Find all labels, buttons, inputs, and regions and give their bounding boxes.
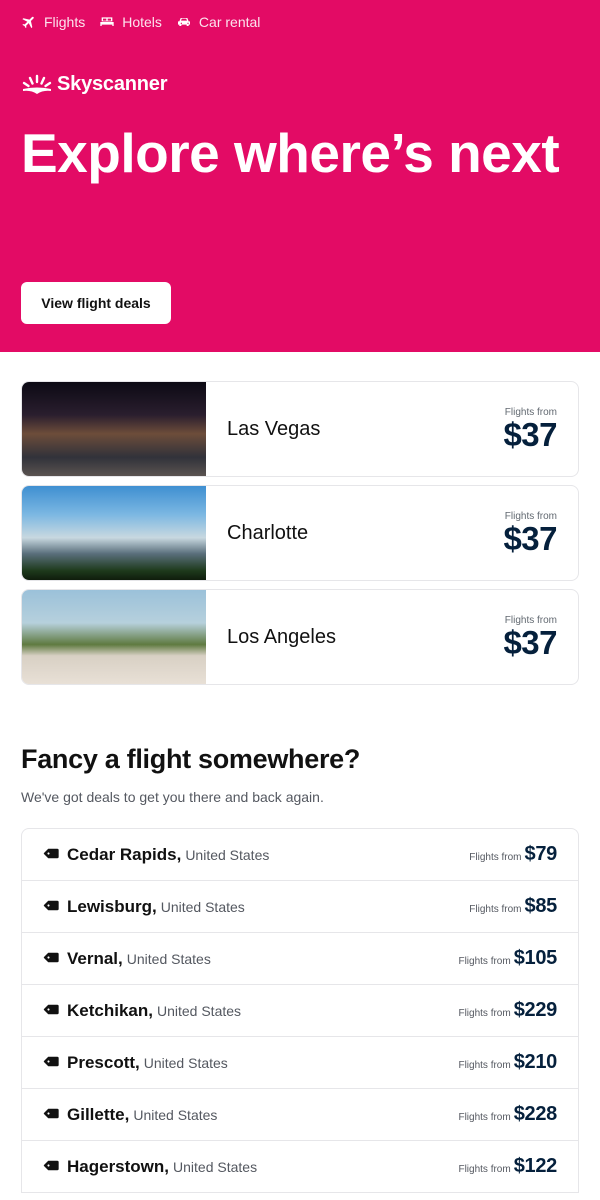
price-amount: $85 bbox=[524, 895, 558, 917]
deal-destination: Ketchikan, United States bbox=[43, 1001, 241, 1021]
flights-from-label: Flights from bbox=[469, 904, 522, 915]
nav-hotels[interactable]: Hotels bbox=[99, 14, 162, 30]
hero-title: Explore where’s next bbox=[21, 122, 560, 184]
deal-country: United States bbox=[160, 898, 245, 915]
deal-city: Ketchikan, bbox=[67, 1000, 153, 1020]
price-amount: $122 bbox=[513, 1155, 558, 1177]
deals-section-subtitle: We've got deals to get you there and bac… bbox=[21, 789, 324, 805]
plane-icon bbox=[22, 16, 34, 29]
destination-name: Las Vegas bbox=[227, 417, 321, 440]
hero-banner: Flights Hotels Car rental Skyscanner Exp… bbox=[0, 0, 600, 352]
flights-from-label: Flights from bbox=[458, 1112, 511, 1123]
deal-destination: Cedar Rapids, United States bbox=[43, 845, 269, 865]
destination-card[interactable]: Charlotte Flights from $37 bbox=[21, 485, 579, 581]
sunrise-logo-icon bbox=[22, 74, 52, 94]
destination-card[interactable]: Las Vegas Flights from $37 bbox=[21, 381, 579, 477]
deal-country: United States bbox=[156, 1002, 242, 1019]
deal-destination: Hagerstown, United States bbox=[43, 1157, 257, 1177]
deal-price: Flights from $105 bbox=[458, 947, 557, 970]
destination-card-body: Los Angeles Flights from $37 bbox=[206, 590, 578, 684]
deal-destination: Prescott, United States bbox=[43, 1053, 228, 1073]
deal-country: United States bbox=[143, 1054, 228, 1071]
deal-row[interactable]: Ketchikan, United States Flights from $2… bbox=[22, 985, 578, 1037]
price-tag-icon bbox=[43, 1160, 59, 1171]
deals-section-title: Fancy a flight somewhere? bbox=[21, 744, 361, 774]
price-tag-icon bbox=[43, 1056, 59, 1067]
flights-from-label: Flights from bbox=[458, 1060, 511, 1071]
deal-row[interactable]: Hagerstown, United States Flights from $… bbox=[22, 1141, 578, 1193]
deal-country: United States bbox=[185, 846, 270, 863]
deal-country: United States bbox=[173, 1158, 258, 1175]
deal-country: United States bbox=[133, 1106, 218, 1123]
featured-destinations: Las Vegas Flights from $37 Charlotte Fli… bbox=[21, 381, 579, 693]
nav-hotels-label: Hotels bbox=[122, 14, 162, 30]
deals-list: Cedar Rapids, United States Flights from… bbox=[21, 828, 579, 1193]
las-vegas-photo bbox=[22, 382, 206, 476]
deal-city: Gillette, bbox=[67, 1104, 130, 1124]
destination-price: Flights from $37 bbox=[503, 407, 557, 452]
flights-from-label: Flights from bbox=[458, 1008, 511, 1019]
bed-icon bbox=[100, 17, 114, 26]
price-tag-icon bbox=[43, 952, 59, 963]
destination-price: Flights from $37 bbox=[503, 615, 557, 660]
deal-city: Lewisburg, bbox=[67, 896, 157, 916]
deal-row[interactable]: Lewisburg, United States Flights from $8… bbox=[22, 881, 578, 933]
nav-car-rental[interactable]: Car rental bbox=[176, 14, 260, 30]
deal-city: Prescott, bbox=[67, 1052, 140, 1072]
deal-price: Flights from $229 bbox=[458, 999, 557, 1022]
deal-price: Flights from $85 bbox=[469, 895, 557, 918]
nav-flights-label: Flights bbox=[44, 14, 86, 30]
destination-card-body: Charlotte Flights from $37 bbox=[206, 486, 578, 580]
deal-price: Flights from $79 bbox=[469, 843, 557, 866]
flights-from-label: Flights from bbox=[458, 956, 511, 967]
price-tag-icon bbox=[43, 1004, 59, 1015]
destination-price: Flights from $37 bbox=[503, 511, 557, 556]
brand-name: Skyscanner bbox=[57, 73, 168, 95]
destination-card-body: Las Vegas Flights from $37 bbox=[206, 382, 578, 476]
price-tag-icon bbox=[43, 900, 59, 911]
price-amount: $79 bbox=[524, 843, 558, 865]
charlotte-photo bbox=[22, 486, 206, 580]
nav-car-rental-label: Car rental bbox=[198, 14, 261, 30]
deal-price: Flights from $228 bbox=[458, 1103, 557, 1126]
destination-card[interactable]: Los Angeles Flights from $37 bbox=[21, 589, 579, 685]
price-tag-icon bbox=[43, 848, 59, 859]
destination-name: Charlotte bbox=[227, 521, 309, 544]
los-angeles-photo bbox=[22, 590, 206, 684]
price-amount: $210 bbox=[513, 1051, 558, 1073]
deal-row[interactable]: Vernal, United States Flights from $105 bbox=[22, 933, 578, 985]
top-nav: Flights Hotels Car rental bbox=[21, 14, 274, 30]
deal-destination: Gillette, United States bbox=[43, 1105, 217, 1125]
flights-from-label: Flights from bbox=[469, 852, 522, 863]
deal-row[interactable]: Prescott, United States Flights from $21… bbox=[22, 1037, 578, 1089]
nav-flights[interactable]: Flights bbox=[21, 14, 85, 30]
deal-row[interactable]: Gillette, United States Flights from $22… bbox=[22, 1089, 578, 1141]
deal-city: Cedar Rapids, bbox=[67, 844, 182, 864]
deal-destination: Lewisburg, United States bbox=[43, 897, 245, 917]
view-flight-deals-button[interactable]: View flight deals bbox=[21, 282, 171, 324]
price-amount: $105 bbox=[513, 947, 558, 969]
price-amount: $37 bbox=[503, 415, 557, 453]
skyscanner-logo[interactable]: Skyscanner bbox=[21, 73, 167, 96]
flights-from-label: Flights from bbox=[458, 1164, 511, 1175]
deal-country: United States bbox=[126, 950, 211, 967]
destination-name: Los Angeles bbox=[227, 625, 336, 648]
price-amount: $37 bbox=[503, 519, 557, 557]
car-icon bbox=[177, 18, 190, 26]
deal-price: Flights from $122 bbox=[458, 1155, 557, 1178]
deal-destination: Vernal, United States bbox=[43, 949, 211, 969]
price-amount: $228 bbox=[513, 1103, 558, 1125]
deal-row[interactable]: Cedar Rapids, United States Flights from… bbox=[22, 829, 578, 881]
price-tag-icon bbox=[43, 1108, 59, 1119]
deal-price: Flights from $210 bbox=[458, 1051, 557, 1074]
deal-city: Hagerstown, bbox=[67, 1156, 170, 1176]
price-amount: $229 bbox=[513, 999, 558, 1021]
deal-city: Vernal, bbox=[67, 948, 123, 968]
price-amount: $37 bbox=[503, 623, 557, 661]
